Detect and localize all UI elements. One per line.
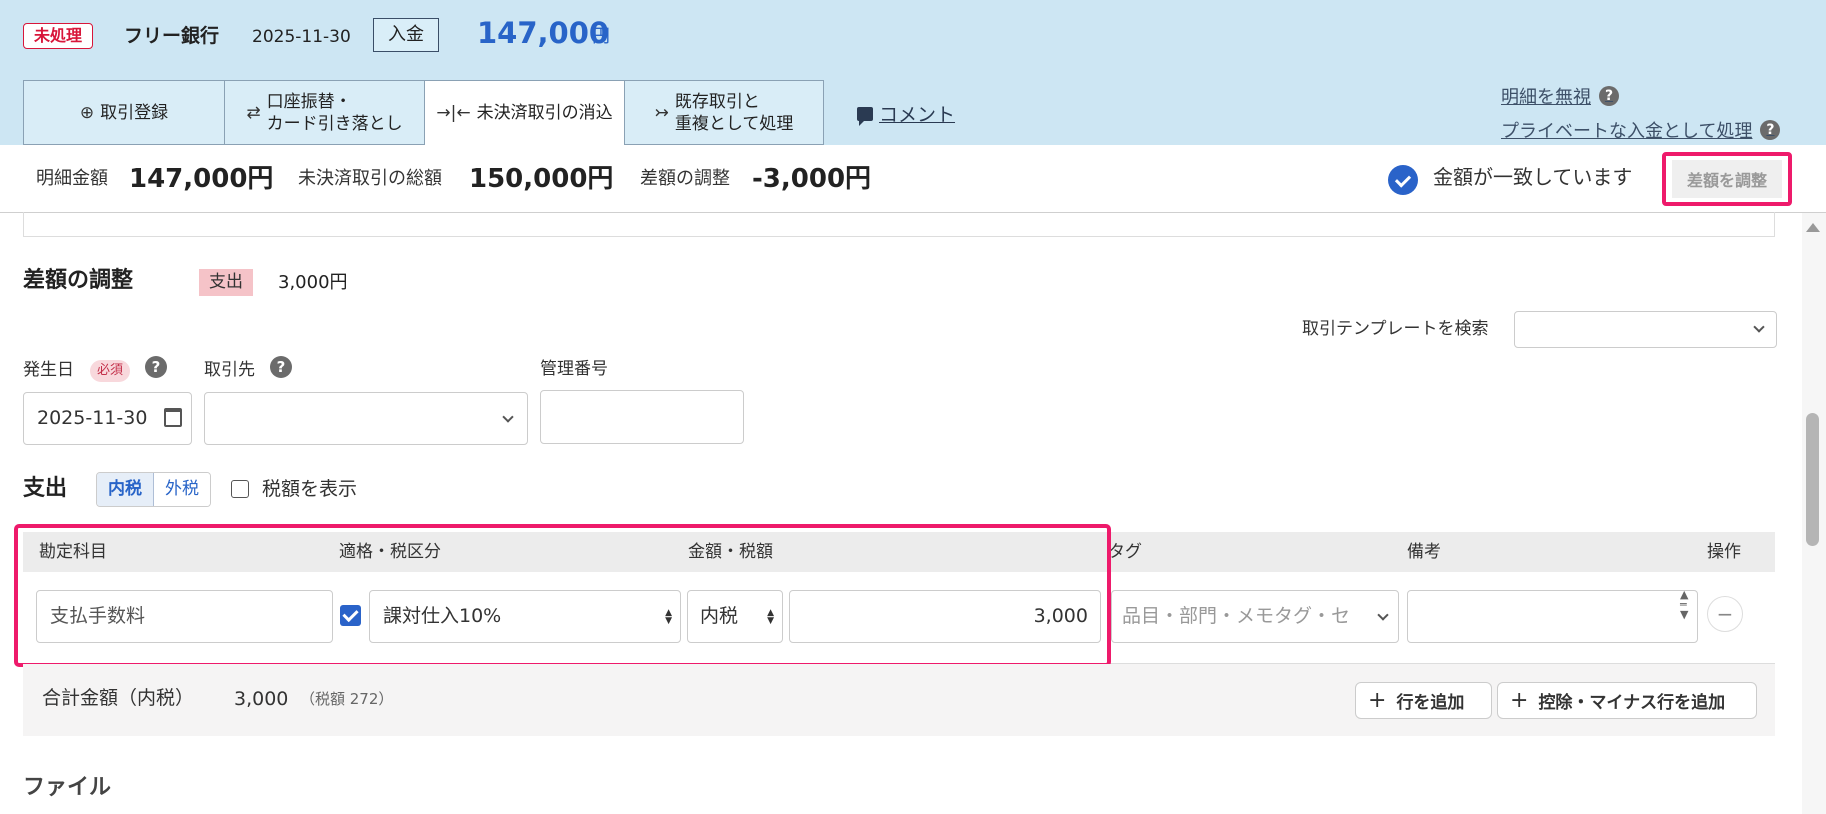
detail-amount-label: 明細金額 <box>36 168 108 189</box>
tab-label: 未決済取引の消込 <box>476 103 613 123</box>
tab-register-transaction[interactable]: ⊕ 取引登録 <box>23 80 224 145</box>
tab-account-transfer[interactable]: ⇄ 口座振替・ カード引き落とし <box>224 80 424 145</box>
qualified-invoice-checkbox[interactable] <box>340 605 361 626</box>
management-number-input[interactable] <box>540 390 744 444</box>
status-badge: 未処理 <box>23 23 94 49</box>
header-tax-category: 適格・税区分 <box>339 542 441 562</box>
header-action: 操作 <box>1707 542 1741 562</box>
deposit-type-badge: 入金 <box>373 18 439 52</box>
tax-mode-select[interactable]: 内税 ▲ ▼ <box>687 590 783 643</box>
select-arrows-icon: ▲ ▼ <box>767 608 774 626</box>
add-minus-row-label: 控除・マイナス行を追加 <box>1538 693 1726 713</box>
show-tax-label: 税額を表示 <box>262 478 358 500</box>
plus-icon: + <box>1368 687 1387 713</box>
tab-label: 取引登録 <box>100 102 169 123</box>
scrollbar-thumb[interactable] <box>1806 413 1819 546</box>
adjust-button-highlight: 差額を調整 <box>1662 152 1792 206</box>
tab-label-line1: 既存取引と <box>674 91 760 112</box>
merge-arrows-icon: →|← <box>436 103 471 123</box>
unsettled-total-label: 未決済取引の総額 <box>298 168 442 189</box>
amount-match-text: 金額が一致しています <box>1433 165 1633 189</box>
chevron-down-icon <box>1377 609 1389 621</box>
private-deposit-label: プライベートな入金として処理 <box>1501 121 1753 142</box>
difference-label: 差額の調整 <box>640 168 730 189</box>
chevron-down-icon <box>502 411 514 423</box>
header-tag: タグ <box>1108 542 1142 562</box>
partner-label: 取引先 <box>204 360 255 380</box>
plus-circle-icon: ⊕ <box>79 102 95 123</box>
statement-amount-unit: 円 <box>592 26 610 47</box>
resize-handle-icon[interactable]: ▲ ═ ▼ <box>1680 589 1688 620</box>
bank-name: フリー銀行 <box>124 25 220 47</box>
adjust-amount: 3,000円 <box>278 272 348 293</box>
tax-category-select[interactable]: 課対仕入10% ▲ ▼ <box>369 590 681 643</box>
date-label: 発生日 <box>23 360 74 380</box>
template-search-select[interactable] <box>1514 311 1777 348</box>
section-title: 差額の調整 <box>23 268 134 293</box>
statement-header: 未処理 フリー銀行 2025-11-30 入金 147,000 円 ⊕ 取引登録… <box>0 0 1826 145</box>
chevron-down-icon <box>1753 321 1765 333</box>
comment-icon <box>857 106 873 126</box>
statement-amount: 147,000 <box>477 16 610 50</box>
add-row-button[interactable]: + 行を追加 <box>1355 682 1492 719</box>
tab-clear-unsettled[interactable]: →|← 未決済取引の消込 <box>424 80 624 145</box>
expense-badge: 支出 <box>199 269 253 296</box>
difference-value: -3,000円 <box>752 164 872 194</box>
memo-input[interactable] <box>1407 590 1698 643</box>
tab-label-line1: 口座振替・ <box>266 91 352 112</box>
amount-input[interactable]: 3,000 <box>789 590 1101 643</box>
help-icon[interactable]: ? <box>145 356 167 378</box>
account-input[interactable]: 支払手数料 <box>36 590 333 643</box>
header-memo: 備考 <box>1407 542 1441 562</box>
total-label: 合計金額（内税） <box>42 687 195 709</box>
template-search-label: 取引テンプレートを検索 <box>1302 319 1489 339</box>
scroll-up-arrow-icon[interactable] <box>1806 223 1820 232</box>
summary-bar: 明細金額 147,000円 未決済取引の総額 150,000円 差額の調整 -3… <box>0 145 1826 213</box>
help-icon[interactable]: ? <box>1599 86 1619 106</box>
show-tax-checkbox[interactable] <box>231 480 249 498</box>
add-minus-row-button[interactable]: + 控除・マイナス行を追加 <box>1497 682 1757 719</box>
ignore-statement-link[interactable]: 明細を無視 ? <box>1501 83 1619 109</box>
comment-link-label: コメント <box>879 104 956 126</box>
private-deposit-link[interactable]: プライベートな入金として処理 ? <box>1501 117 1781 143</box>
tax-mode-value: 内税 <box>700 605 739 627</box>
unsettled-total-value: 150,000円 <box>469 164 614 194</box>
ignore-statement-label: 明細を無視 <box>1501 87 1591 108</box>
adjust-difference-button[interactable]: 差額を調整 <box>1672 160 1782 198</box>
select-arrows-icon: ▲ ▼ <box>665 608 672 626</box>
partner-select[interactable] <box>204 392 528 445</box>
tag-select[interactable]: 品目・部門・メモタグ・セ <box>1111 590 1399 643</box>
tab-duplicate-existing[interactable]: ↣ 既存取引と 重複として処理 <box>624 80 824 145</box>
detail-amount-value: 147,000円 <box>129 164 274 194</box>
expense-title: 支出 <box>23 476 68 501</box>
file-section-title: ファイル <box>23 775 112 800</box>
action-tabs: ⊕ 取引登録 ⇄ 口座振替・ カード引き落とし →|← 未決済取引の消込 ↣ 既存… <box>23 80 824 145</box>
tag-placeholder: 品目・部門・メモタグ・セ <box>1122 605 1351 627</box>
swap-arrows-icon: ⇄ <box>246 102 261 123</box>
merge-right-icon: ↣ <box>654 102 669 123</box>
tab-label-line2: カード引き落とし <box>266 113 403 134</box>
table-header: 勘定科目 適格・税区分 金額・税額 タグ 備考 操作 <box>23 532 1775 572</box>
management-number-label: 管理番号 <box>540 359 608 379</box>
remove-row-button[interactable]: − <box>1707 596 1743 632</box>
previous-panel-edge <box>23 212 1775 237</box>
total-amount: 3,000 <box>234 688 289 710</box>
required-badge: 必須 <box>90 360 131 382</box>
tax-category-value: 課対仕入10% <box>383 605 502 627</box>
tax-mode-toggle: 内税 外税 <box>96 472 211 507</box>
check-circle-icon <box>1388 165 1418 195</box>
tab-label-line2: 重複として処理 <box>674 113 794 134</box>
help-icon[interactable]: ? <box>270 356 292 378</box>
calendar-icon[interactable] <box>164 408 182 427</box>
plus-icon: + <box>1510 687 1529 713</box>
add-row-label: 行を追加 <box>1396 693 1465 713</box>
comment-link[interactable]: コメント <box>857 100 955 127</box>
help-icon[interactable]: ? <box>1760 120 1781 140</box>
statement-date: 2025-11-30 <box>252 27 351 47</box>
tax-excluded-option[interactable]: 外税 <box>154 473 210 506</box>
total-tax: （税額 272） <box>300 690 394 708</box>
tax-included-option[interactable]: 内税 <box>97 473 154 506</box>
header-account: 勘定科目 <box>39 542 107 562</box>
header-amount: 金額・税額 <box>688 542 773 562</box>
